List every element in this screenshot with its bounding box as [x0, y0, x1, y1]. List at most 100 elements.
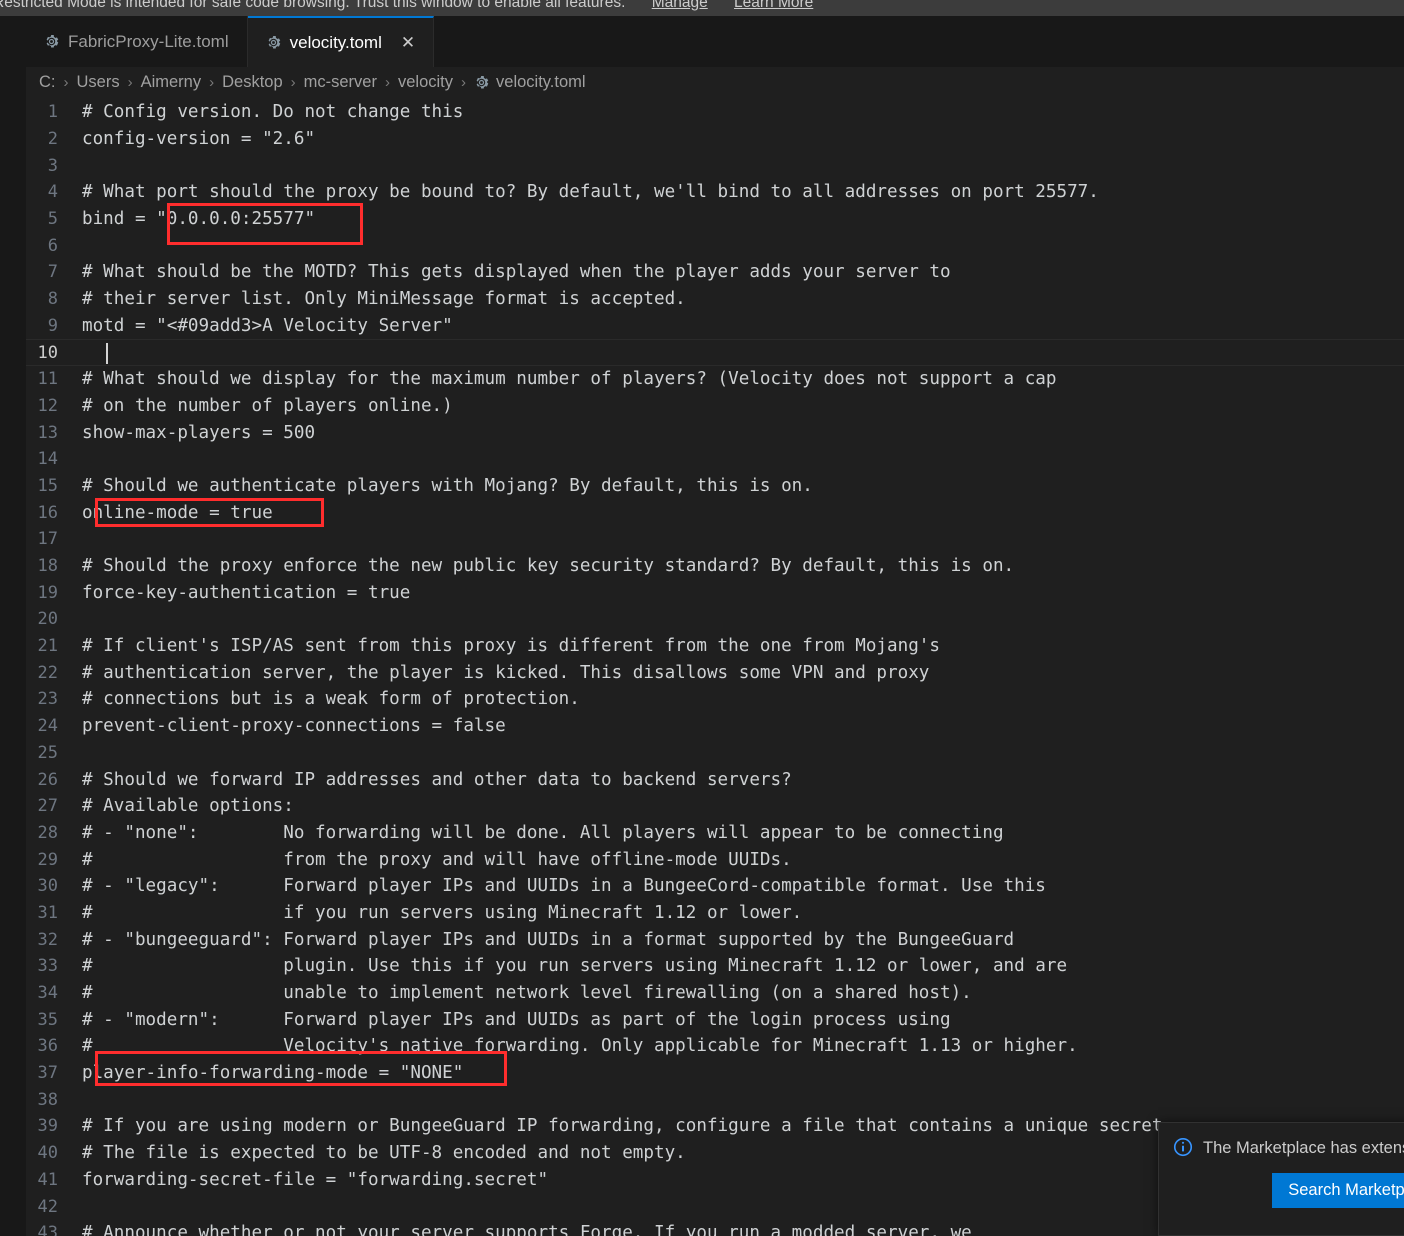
code-line[interactable]: 11 # What should we display for the maxim… — [26, 366, 1404, 393]
tab-fabricproxy-lite[interactable]: FabricProxy-Lite.toml — [26, 16, 248, 67]
notification-actions: Search Marketplace — [1159, 1159, 1404, 1209]
line-number: 37 — [37, 1063, 58, 1084]
line-number: 26 — [37, 769, 58, 790]
breadcrumb-item-4[interactable]: mc-server — [303, 73, 378, 92]
manage-link[interactable]: Manage — [652, 0, 708, 11]
code-line[interactable]: 5 bind = "0.0.0.0:25577" — [26, 206, 1404, 233]
learn-more-link[interactable]: Learn More — [734, 0, 813, 11]
code-line[interactable]: 19 force-key-authentication = true — [26, 579, 1404, 606]
code-text: show-max-players = 500 — [82, 422, 316, 443]
code-line[interactable]: 22 # authentication server, the player is… — [26, 659, 1404, 686]
line-number: 21 — [37, 636, 58, 657]
code-line[interactable]: 6 — [26, 232, 1404, 259]
tab-velocity-toml[interactable]: velocity.toml ✕ — [247, 16, 435, 67]
editor-tab-bar: FabricProxy-Lite.toml velocity.toml ✕ — [26, 16, 1404, 67]
line-number: 14 — [37, 449, 58, 470]
code-line[interactable]: 7 # What should be the MOTD? This gets di… — [26, 259, 1404, 286]
code-line[interactable]: 16 online-mode = true — [26, 499, 1404, 526]
line-number: 39 — [37, 1116, 58, 1137]
line-number: 10 — [37, 342, 58, 363]
line-number: 32 — [37, 929, 58, 950]
vscode-window: Restricted Mode is intended for safe cod… — [0, 0, 1404, 1236]
breadcrumb-item-2[interactable]: Aimerny — [140, 73, 203, 92]
breadcrumb-file-label: velocity.toml — [496, 72, 586, 91]
gear-icon — [474, 75, 489, 90]
code-line[interactable]: 29 # from the proxy and will have offline… — [26, 846, 1404, 873]
activity-bar — [0, 16, 26, 1236]
code-text: # if you run servers using Minecraft 1.1… — [82, 902, 803, 923]
code-text: force-key-authentication = true — [82, 582, 411, 603]
breadcrumb-item-3[interactable]: Desktop — [221, 73, 284, 92]
line-number: 30 — [37, 876, 58, 897]
code-line[interactable]: 17 — [26, 526, 1404, 553]
code-text: # Velocity's native forwarding. Only app… — [82, 1036, 1078, 1057]
code-text: # unable to implement network level fire… — [82, 983, 972, 1004]
line-number: 25 — [37, 742, 58, 763]
code-line[interactable]: 24 prevent-client-proxy-connections = fal… — [26, 713, 1404, 740]
code-line[interactable]: 35 # - "modern": Forward player IPs and U… — [26, 1006, 1404, 1033]
code-line[interactable]: 33 # plugin. Use this if you run servers … — [26, 953, 1404, 980]
chevron-right-icon: › — [63, 73, 69, 91]
line-number: 31 — [37, 902, 58, 923]
code-line[interactable]: 13 show-max-players = 500 — [26, 419, 1404, 446]
code-text: # - "bungeeguard": Forward player IPs an… — [82, 929, 1015, 950]
code-line[interactable]: 21 # If client's ISP/AS sent from this pr… — [26, 633, 1404, 660]
code-line[interactable]: 31 # if you run servers using Minecraft 1… — [26, 900, 1404, 927]
breadcrumb-item-5[interactable]: velocity — [397, 73, 454, 92]
code-line[interactable]: 25 — [26, 740, 1404, 767]
code-line[interactable]: 18 # Should the proxy enforce the new pub… — [26, 553, 1404, 580]
notification-toast[interactable]: The Marketplace has extensions Search Ma… — [1158, 1122, 1404, 1236]
code-text: config-version = "2.6" — [82, 129, 316, 150]
code-line[interactable]: 38 — [26, 1086, 1404, 1113]
code-line[interactable]: 28 # - "none": No forwarding will be done… — [26, 820, 1404, 847]
line-number: 24 — [37, 716, 58, 737]
code-line[interactable]: 15 # Should we authenticate players with … — [26, 473, 1404, 500]
code-line[interactable]: 8 # their server list. Only MiniMessage f… — [26, 286, 1404, 313]
line-number: 5 — [47, 209, 58, 230]
code-line[interactable]: 26 # Should we forward IP addresses and o… — [26, 766, 1404, 793]
code-line[interactable]: 30 # - "legacy": Forward player IPs and U… — [26, 873, 1404, 900]
code-line[interactable]: 34 # unable to implement network level fi… — [26, 980, 1404, 1007]
line-number: 1 — [47, 102, 58, 123]
code-text: # If you are using modern or BungeeGuard… — [82, 1116, 1174, 1137]
breadcrumb-item-1[interactable]: Users — [76, 73, 121, 92]
code-text: # Available options: — [82, 796, 294, 817]
code-line[interactable]: 36 # Velocity's native forwarding. Only a… — [26, 1033, 1404, 1060]
code-line[interactable]: 20 — [26, 606, 1404, 633]
line-number: 22 — [37, 662, 58, 683]
line-number: 27 — [37, 796, 58, 817]
code-line[interactable]: 23 # connections but is a weak form of pr… — [26, 686, 1404, 713]
line-number: 29 — [37, 849, 58, 870]
code-text: prevent-client-proxy-connections = false — [82, 716, 506, 737]
gear-icon — [44, 34, 59, 49]
code-line[interactable]: 10 — [26, 339, 1404, 366]
code-text: bind = "0.0.0.0:25577" — [82, 209, 316, 230]
code-editor[interactable]: 1 # Config version. Do not change this 2 co… — [26, 99, 1404, 1236]
breadcrumb-item-0[interactable]: C: — [38, 73, 57, 92]
line-number: 3 — [47, 155, 58, 176]
line-number: 18 — [37, 556, 58, 577]
code-line[interactable]: 9 motd = "<#09add3>A Velocity Server" — [26, 313, 1404, 340]
code-text: # What should be the MOTD? This gets dis… — [82, 262, 951, 283]
line-number: 28 — [37, 822, 58, 843]
code-text: online-mode = true — [82, 502, 273, 523]
line-number: 12 — [37, 395, 58, 416]
code-line[interactable]: 4 # What port should the proxy be bound t… — [26, 179, 1404, 206]
notification-message: The Marketplace has extensions — [1203, 1139, 1404, 1157]
code-text: # - "none": No forwarding will be done. … — [82, 822, 1004, 843]
line-number: 9 — [47, 315, 58, 336]
close-icon[interactable]: ✕ — [401, 34, 415, 51]
code-line[interactable]: 37 player-info-forwarding-mode = "NONE" — [26, 1060, 1404, 1087]
code-line[interactable]: 3 — [26, 152, 1404, 179]
chevron-right-icon: › — [461, 73, 467, 91]
code-line[interactable]: 1 # Config version. Do not change this — [26, 99, 1404, 126]
code-line[interactable]: 32 # - "bungeeguard": Forward player IPs … — [26, 926, 1404, 953]
code-line[interactable]: 27 # Available options: — [26, 793, 1404, 820]
code-text: # If client's ISP/AS sent from this prox… — [82, 636, 940, 657]
line-number: 36 — [37, 1036, 58, 1057]
code-line[interactable]: 2 config-version = "2.6" — [26, 126, 1404, 153]
code-line[interactable]: 14 — [26, 446, 1404, 473]
code-line[interactable]: 12 # on the number of players online.) — [26, 393, 1404, 420]
search-marketplace-button[interactable]: Search Marketplace — [1272, 1173, 1404, 1209]
breadcrumb-item-file[interactable]: velocity.toml — [473, 73, 587, 92]
